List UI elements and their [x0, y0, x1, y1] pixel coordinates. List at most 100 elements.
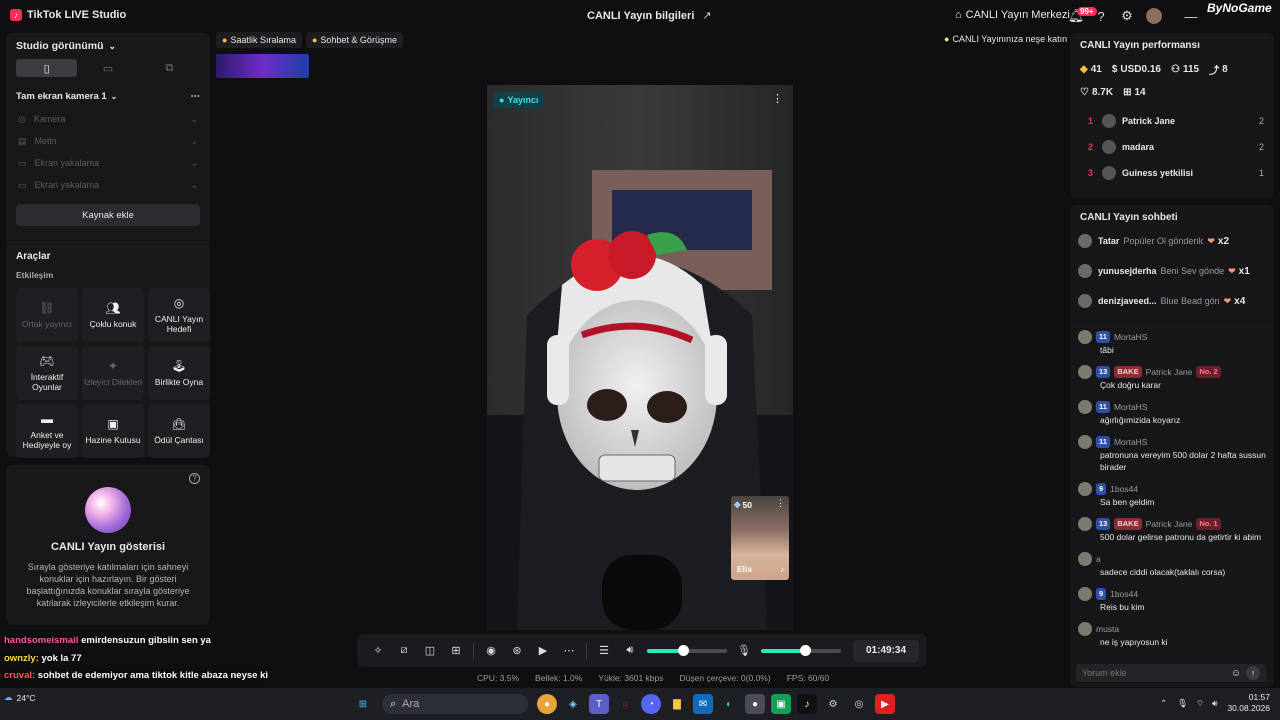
opera-icon[interactable]: ○	[615, 694, 635, 714]
chevron-up-icon[interactable]: ⌃	[1160, 698, 1167, 709]
discord-icon[interactable]: ◔	[641, 694, 661, 714]
tip-chip[interactable]: ● CANLI Yayınınıza neşe katın	[944, 34, 1067, 44]
video-camera-icon[interactable]: ▶	[533, 641, 553, 661]
more-options-icon[interactable]: ⋮	[772, 92, 783, 105]
chat-message[interactable]: musta ne iş yapıyosun ki	[1070, 622, 1274, 648]
chat-user: musta	[1096, 624, 1120, 634]
copilot-icon[interactable]: ◈	[563, 694, 583, 714]
guest-count-value: 50	[742, 499, 753, 510]
gift-item[interactable]: yunusejderha Beni Sev gönde ❤ x1	[1070, 256, 1274, 286]
taskbar-search[interactable]: ⌕ Ara	[382, 694, 528, 714]
weather-icon: ☁	[4, 692, 13, 702]
tool-label: Anket ve Hediyeyle oy	[22, 430, 72, 451]
source-item-screen-2[interactable]: ▭ Ekran yakalama ⌄	[6, 174, 210, 196]
live-center-button[interactable]: ⌂ CANLI Yayın Merkezi	[955, 9, 1070, 21]
landscape-layout-icon[interactable]: ▭	[77, 59, 138, 77]
youtube-icon[interactable]: ▶	[875, 694, 895, 714]
mic-tray-icon[interactable]: 🎙︎	[1177, 698, 1188, 709]
weather-widget[interactable]: ☁ 24°C	[4, 692, 36, 703]
hourly-ranking-chip[interactable]: ● Saatlik Sıralama	[216, 32, 302, 48]
guest-tile[interactable]: ◆ 50 ⋮ Elis ♪	[731, 496, 789, 580]
windows-start-icon[interactable]: ⊞	[353, 694, 373, 714]
ranking-row[interactable]: 3 Guiness yetkilisi 1	[1070, 160, 1274, 186]
chrome-icon[interactable]: ●	[537, 694, 557, 714]
timer-value: 01:49:34	[865, 645, 907, 656]
magic-wand-icon[interactable]: ✧	[368, 641, 388, 661]
profile-avatar[interactable]	[1146, 8, 1162, 24]
app-green-icon[interactable]: ▣	[771, 694, 791, 714]
comment-input[interactable]	[1082, 668, 1231, 678]
portrait-layout-icon[interactable]: ▯	[16, 59, 78, 77]
record-icon[interactable]: ◉	[481, 641, 501, 661]
tool-cohost[interactable]: ⛓ Ortak yayıncı	[16, 288, 78, 342]
tool-viewer-wishes[interactable]: ✦ İzleyici Dilekleri	[82, 346, 144, 400]
dual-layout-icon[interactable]: ⧉	[139, 59, 200, 77]
studio-view-dropdown[interactable]: Studio görünümü ⌄	[6, 33, 210, 59]
send-icon[interactable]: ↑	[1246, 666, 1260, 680]
more-options-icon[interactable]: ⋯	[191, 91, 201, 102]
comment-input-box: ☺ ↑	[1076, 664, 1266, 682]
gift-text: Popüler Ol gönderildi	[1123, 236, 1204, 246]
tiktok-icon[interactable]: ♪	[797, 694, 817, 714]
tool-multi-guest[interactable]: 👥︎ Çoklu konuk	[82, 288, 144, 342]
source-item-screen-1[interactable]: ▭ Ekran yakalama ⌄	[6, 152, 210, 174]
show-title: CANLI Yayın gösterisi	[50, 541, 166, 553]
chat-message[interactable]: 11 MortaHS patronuna vereyim 500 dolar 2 h…	[1070, 435, 1274, 473]
mic-slider[interactable]	[761, 644, 841, 656]
steam-icon[interactable]: ⚙	[823, 694, 843, 714]
chat-message[interactable]: a sadece ciddi olacak(taklalı corsa)	[1070, 552, 1274, 578]
folder-icon[interactable]: ▇	[667, 694, 687, 714]
volume-knob[interactable]	[678, 644, 689, 656]
edge-icon[interactable]: ◐	[719, 694, 739, 714]
tool-reward-bag[interactable]: 👜︎ Ödül Çantası	[148, 404, 210, 458]
chrome-active-icon[interactable]: ●	[745, 694, 765, 714]
camera-effects-icon[interactable]: ◫	[420, 641, 440, 661]
speaker-icon[interactable]: 🔊︎	[620, 641, 640, 661]
clock[interactable]: 01:57 30.08.2026	[1227, 692, 1270, 714]
event-banner[interactable]	[216, 54, 309, 78]
add-scene-icon[interactable]: ⊞	[446, 641, 466, 661]
chat-message[interactable]: 13 BAKE Patrick Jane No. 2 Çok doğru karar	[1070, 365, 1274, 391]
volume-slider[interactable]	[647, 644, 727, 656]
ranking-row[interactable]: 1 Patrick Jane 2	[1070, 108, 1274, 134]
more-options-icon[interactable]: ⋮	[776, 498, 785, 509]
mail-icon[interactable]: ✉	[693, 694, 713, 714]
stabilize-icon[interactable]: ⊛	[507, 641, 527, 661]
tool-poll[interactable]: ▬ Anket ve Hediyeyle oy	[16, 404, 78, 458]
volume-icon[interactable]: 🔊︎	[1212, 698, 1217, 709]
scene-selector[interactable]: Tam ekran kamera 1 ⌄ ⋯	[6, 77, 210, 108]
live-info-button[interactable]: CANLI Yayın bilgileri ↗	[587, 9, 712, 23]
help-icon[interactable]: ?	[1090, 5, 1112, 27]
filter-icon[interactable]: ⧄	[394, 641, 414, 661]
tool-live-goal[interactable]: ◎ CANLI Yayın Hedefi	[148, 288, 210, 342]
notification-button[interactable]: 🔔︎ 99+	[1065, 5, 1097, 27]
mic-knob[interactable]	[800, 644, 811, 656]
tool-play-together[interactable]: 🕹︎ Birlikte Oyna	[148, 346, 210, 400]
chat-message[interactable]: 11 MortaHS tâbi	[1070, 330, 1274, 356]
ranking-row[interactable]: 2 madara 2	[1070, 134, 1274, 160]
mixer-icon[interactable]: ☰	[594, 641, 614, 661]
chat-message[interactable]: 13 BAKE Patrick Jane No. 1 500 dolar gelirse…	[1070, 517, 1274, 543]
teams-icon[interactable]: T	[589, 694, 609, 714]
help-icon[interactable]: ?	[189, 473, 200, 484]
source-item-camera[interactable]: ◎ Kamera ⌄	[6, 108, 210, 130]
gift-item[interactable]: denizjaveed... Blue Bead gön ❤ x4	[1070, 286, 1274, 316]
settings-gear-icon[interactable]: ⚙	[1116, 5, 1138, 27]
gift-item[interactable]: Tatar Popüler Ol gönderildi ❤ x2	[1070, 226, 1274, 256]
chat-and-call-chip[interactable]: ● Sohbet & Görüşme	[305, 32, 403, 48]
fan-club-badge: BAKE	[1114, 366, 1142, 378]
chat-message[interactable]: 9 1bos44 Sa ben geldim	[1070, 482, 1274, 508]
chat-message[interactable]: 11 MortaHS ağırlığımizida koyarız	[1070, 400, 1274, 426]
chat-title: CANLI Yayın sohbeti	[1080, 212, 1178, 223]
tool-interactive-games[interactable]: 🎮︎ İnteraktif Oyunlar	[16, 346, 78, 400]
source-item-text[interactable]: ▤ Metin ⌄	[6, 130, 210, 152]
minimize-icon[interactable]: —	[1180, 5, 1202, 27]
more-icon[interactable]: ⋯	[559, 641, 579, 661]
microphone-icon[interactable]: 🎙︎	[734, 641, 754, 661]
emoji-icon[interactable]: ☺	[1231, 668, 1241, 679]
add-source-button[interactable]: Kaynak ekle	[16, 204, 200, 226]
obs-icon[interactable]: ◎	[849, 694, 869, 714]
chat-message[interactable]: 9 1bos44 Reis bu kim	[1070, 587, 1274, 613]
wifi-icon[interactable]: ⌔	[1196, 698, 1204, 709]
tool-treasure-box[interactable]: ▣ Hazine Kutusu	[82, 404, 144, 458]
